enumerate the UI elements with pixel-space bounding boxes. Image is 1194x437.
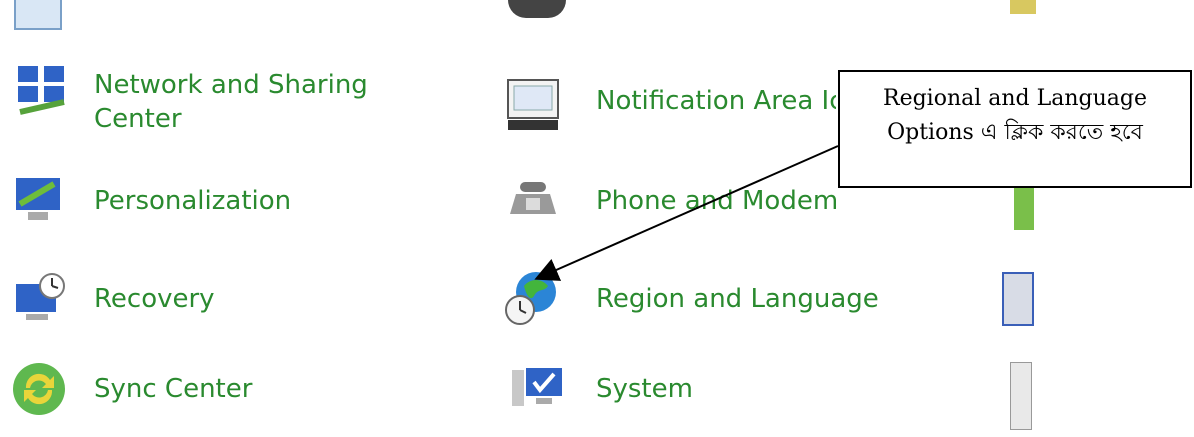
system-link[interactable]: System	[596, 372, 693, 406]
region-and-language-link[interactable]: Region and Language	[596, 282, 879, 316]
instruction-callout: Regional and Language Options এ ক্লিক কর…	[838, 70, 1192, 188]
partial-top-left-icon[interactable]	[14, 0, 62, 30]
phone-icon	[504, 170, 562, 228]
partial-right-row4-icon[interactable]	[1010, 362, 1032, 430]
sync-center-link[interactable]: Sync Center	[94, 372, 252, 406]
recovery-icon	[10, 268, 68, 326]
notification-area-icons-link[interactable]: Notification Area Icons	[596, 84, 836, 118]
personalization-icon	[10, 170, 68, 228]
notification-area-icon	[504, 76, 562, 134]
network-icon	[14, 62, 72, 120]
partial-top-mid-icon[interactable]	[508, 0, 566, 18]
globe-clock-icon	[502, 268, 560, 326]
partial-top-right-icon[interactable]	[1010, 0, 1036, 14]
system-icon	[508, 360, 566, 418]
partial-right-row3-icon[interactable]	[1002, 272, 1034, 326]
phone-and-modem-link[interactable]: Phone and Modem	[596, 184, 838, 218]
recovery-link[interactable]: Recovery	[94, 282, 215, 316]
sync-icon	[10, 360, 68, 418]
callout-line-2: Options এ ক্লিক করতে হবে	[887, 120, 1143, 145]
network-and-sharing-center-link[interactable]: Network and Sharing Center	[94, 68, 414, 136]
callout-line-1: Regional and Language	[883, 86, 1147, 111]
personalization-link[interactable]: Personalization	[94, 184, 291, 218]
